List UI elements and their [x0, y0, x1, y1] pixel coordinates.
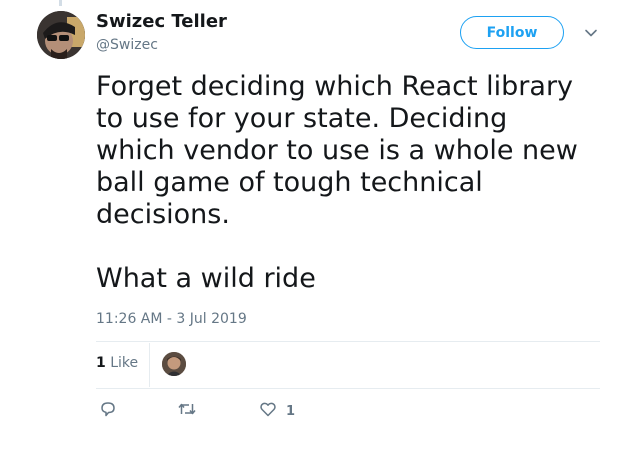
likes-count[interactable]: 1 Like	[96, 355, 138, 371]
follow-button[interactable]: Follow	[460, 16, 564, 49]
reply-button[interactable]	[99, 400, 117, 422]
heart-icon	[259, 400, 277, 422]
like-count: 1	[286, 403, 296, 419]
reply-icon	[99, 400, 117, 422]
author-handle[interactable]: @Swizec	[96, 37, 158, 53]
retweet-icon	[177, 400, 197, 422]
author-display-name[interactable]: Swizec Teller	[96, 11, 227, 32]
author-avatar[interactable]	[37, 11, 85, 59]
stats-separator	[149, 343, 150, 387]
likes-count-label: Like	[110, 355, 139, 371]
tweet-text: Forget deciding which React library to u…	[96, 71, 578, 294]
like-button[interactable]: 1	[259, 400, 295, 422]
thread-line	[59, 0, 62, 6]
chevron-down-icon[interactable]	[582, 24, 600, 42]
divider	[96, 341, 600, 342]
likes-count-number: 1	[96, 355, 106, 371]
tweet-timestamp[interactable]: 11:26 AM - 3 Jul 2019	[96, 311, 247, 327]
liker-avatar[interactable]	[162, 352, 186, 376]
divider	[96, 388, 600, 389]
retweet-button[interactable]	[177, 400, 197, 422]
